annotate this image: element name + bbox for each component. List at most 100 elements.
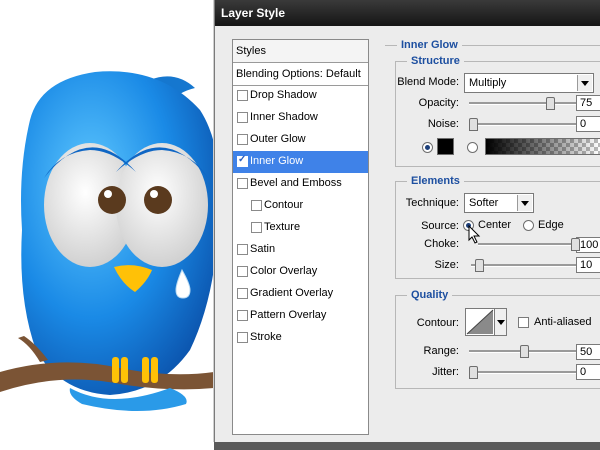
noise-label: Noise: (427, 118, 459, 130)
anti-aliased-checkbox[interactable] (518, 317, 529, 328)
style-checkbox[interactable] (251, 222, 262, 233)
style-checkbox[interactable] (237, 288, 248, 299)
bird-illustration (0, 71, 214, 411)
contour-dropdown-button[interactable] (495, 308, 507, 336)
blending-options-item[interactable]: Blending Options: Default (233, 63, 368, 86)
anti-aliased-label: Anti-aliased (534, 316, 592, 328)
slider-thumb[interactable] (520, 345, 529, 358)
style-checkbox[interactable] (237, 178, 248, 189)
style-item-label: Stroke (250, 331, 282, 343)
contour-label: Contour: (416, 317, 459, 329)
style-item-satin[interactable]: Satin (233, 239, 368, 261)
style-item-label: Pattern Overlay (250, 309, 327, 321)
style-item-drop-shadow[interactable]: Drop Shadow (233, 85, 368, 107)
source-center-label: Center (478, 219, 512, 231)
source-label: Source: (421, 220, 459, 232)
slider-thumb[interactable] (475, 259, 484, 272)
slider-thumb[interactable] (545, 97, 555, 110)
window-shadow (214, 442, 600, 450)
style-item-gradient-overlay[interactable]: Gradient Overlay (233, 283, 368, 305)
gradient-radio[interactable] (467, 142, 478, 153)
layer-style-dialog: Layer Style Styles Blending Options: Def… (214, 0, 600, 442)
right-foot-toe (151, 357, 158, 383)
dialog-titlebar[interactable]: Layer Style (215, 0, 600, 26)
quality-title: Quality (407, 289, 453, 301)
style-item-stroke[interactable]: Stroke (233, 327, 368, 349)
style-item-label: Inner Glow (250, 155, 304, 167)
blend-mode-select[interactable]: Multiply (464, 73, 594, 93)
style-checkbox[interactable] (237, 112, 248, 123)
contour-picker[interactable] (465, 308, 495, 336)
slider-thumb[interactable] (469, 366, 478, 379)
noise-slider[interactable] (469, 123, 579, 126)
right-pupil (144, 186, 172, 214)
size-field[interactable]: 10 (576, 257, 600, 273)
style-checkbox[interactable] (237, 310, 248, 321)
style-item-label: Gradient Overlay (250, 287, 334, 299)
left-pupil-highlight (104, 190, 112, 198)
style-item-color-overlay[interactable]: Color Overlay (233, 261, 368, 283)
choke-label: Choke: (424, 238, 459, 250)
style-item-pattern-overlay[interactable]: Pattern Overlay (233, 305, 368, 327)
style-checkbox[interactable] (237, 244, 248, 255)
glow-color-swatch[interactable] (437, 138, 454, 155)
technique-label: Technique: (405, 197, 459, 209)
blend-mode-value: Multiply (469, 77, 507, 89)
gradient-swatch[interactable] (485, 138, 600, 155)
slider-thumb[interactable] (571, 238, 580, 251)
left-foot (112, 357, 119, 383)
blend-mode-label: Blend Mode: (397, 76, 459, 88)
right-pupil-highlight (150, 190, 158, 198)
style-item-label: Satin (250, 243, 276, 255)
size-slider[interactable] (471, 264, 579, 267)
technique-select[interactable]: Softer (464, 193, 534, 213)
choke-slider[interactable] (478, 243, 579, 246)
style-item-label: Contour (264, 199, 304, 211)
style-item-label: Drop Shadow (250, 89, 317, 101)
style-checkbox[interactable] (237, 154, 248, 167)
styles-header[interactable]: Styles (233, 40, 368, 63)
style-item-label: Color Overlay (250, 265, 318, 277)
opacity-label: Opacity: (418, 97, 459, 109)
chevron-down-icon (497, 320, 505, 325)
style-checkbox[interactable] (237, 90, 248, 101)
contour-preview-icon (466, 309, 494, 335)
style-checkbox[interactable] (237, 266, 248, 277)
opacity-slider[interactable] (469, 102, 579, 105)
style-item-label: Outer Glow (250, 133, 306, 145)
jitter-field[interactable]: 0 (576, 364, 600, 380)
solid-color-radio[interactable] (422, 142, 433, 153)
source-edge-label: Edge (538, 219, 564, 231)
style-item-outer-glow[interactable]: Outer Glow (233, 129, 368, 151)
style-checkbox[interactable] (237, 134, 248, 145)
styles-header-label: Styles (236, 45, 266, 57)
left-foot-toe (121, 357, 128, 383)
noise-field[interactable]: 0 (576, 116, 600, 132)
style-item-inner-glow[interactable]: Inner Glow (233, 151, 368, 173)
range-label: Range: (423, 345, 459, 357)
style-checkbox[interactable] (237, 332, 248, 343)
mouse-cursor-icon (468, 225, 481, 244)
chevron-down-icon (577, 75, 592, 91)
blending-options-label: Blending Options: Default (236, 68, 361, 80)
structure-title: Structure (407, 55, 464, 67)
style-item-label: Bevel and Emboss (250, 177, 342, 189)
style-item-inner-shadow[interactable]: Inner Shadow (233, 107, 368, 129)
range-field[interactable]: 50 (576, 344, 600, 360)
slider-thumb[interactable] (469, 118, 478, 131)
style-item-label: Texture (264, 221, 301, 233)
inner-glow-title: Inner Glow (397, 39, 462, 51)
size-label: Size: (434, 259, 459, 271)
jitter-slider[interactable] (469, 371, 579, 374)
left-pupil (98, 186, 126, 214)
style-item-bevel-and-emboss[interactable]: Bevel and Emboss (233, 173, 368, 195)
style-item-texture[interactable]: Texture (233, 217, 368, 239)
right-foot (142, 357, 149, 383)
style-item-contour[interactable]: Contour (233, 195, 368, 217)
source-edge-radio[interactable] (523, 220, 534, 231)
jitter-label: Jitter: (432, 366, 459, 378)
style-checkbox[interactable] (251, 200, 262, 211)
elements-title: Elements (407, 175, 464, 187)
opacity-field[interactable]: 75 (576, 95, 600, 111)
styles-list: Styles Blending Options: Default Drop Sh… (232, 39, 369, 435)
